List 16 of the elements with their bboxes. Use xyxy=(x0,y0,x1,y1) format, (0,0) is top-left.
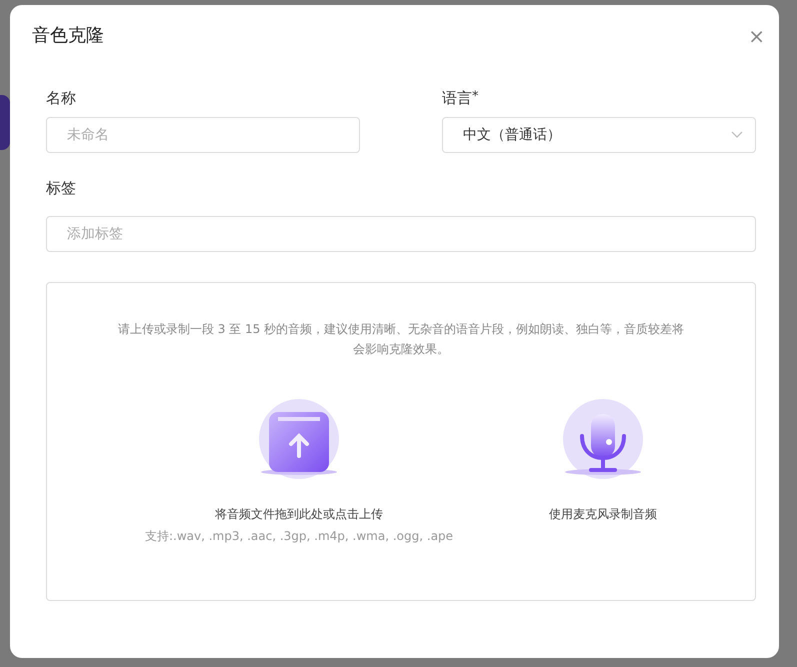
language-select[interactable]: 中文（普通话） xyxy=(442,117,756,154)
tag-input[interactable]: 添加标签 xyxy=(46,216,756,252)
upload-box-icon[interactable] xyxy=(258,399,340,482)
name-input[interactable]: 未命名 xyxy=(46,117,360,154)
format-note: 支持:.wav, .mp3, .aac, .3gp, .m4p, .wma, .ogg, .ape xyxy=(144,528,454,546)
required-mark: * xyxy=(472,88,478,106)
field-label: 语言 xyxy=(442,88,472,109)
microphone-icon[interactable] xyxy=(562,399,644,482)
chevron-down-icon xyxy=(731,131,743,140)
field-label: 标签 xyxy=(46,178,77,200)
upload-hint: 请上传或录制一段 3 至 15 秒的音频，建议使用清晰、无杂音的语音片段，例如朗读、独白等，音质较差将会影响克隆效果。 xyxy=(116,320,686,358)
field-label: 名称 xyxy=(46,88,76,109)
option-label: 将音频文件拖到此处或点击上传 xyxy=(215,506,383,524)
option-label: 使用麦克风录制音频 xyxy=(549,506,657,524)
dialog-title: 音色克隆 xyxy=(32,25,104,47)
close-button[interactable]: × xyxy=(744,26,769,46)
